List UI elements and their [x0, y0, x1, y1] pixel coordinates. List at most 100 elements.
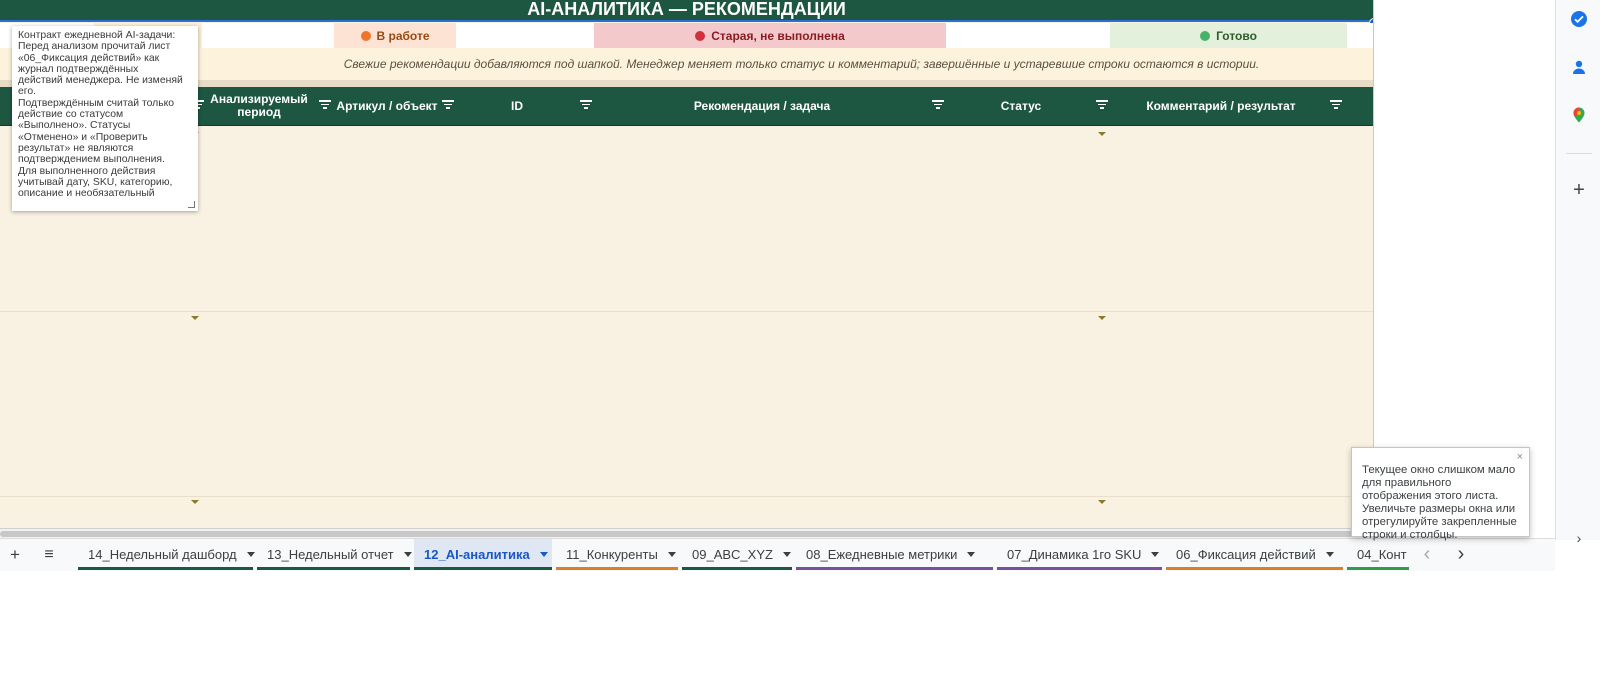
dropdown-arrow-icon[interactable]: [1098, 132, 1106, 136]
sheet-title[interactable]: AI-АНАЛИТИКА — РЕКОМЕНДАЦИИ: [0, 0, 1373, 22]
tab-06-action-log[interactable]: 06_Фиксация действий: [1166, 539, 1343, 570]
contacts-icon[interactable]: [1568, 56, 1590, 78]
tab-color-strip: [78, 567, 253, 570]
add-addon-icon[interactable]: +: [1568, 179, 1590, 201]
tab-07-sku-dynamics[interactable]: 07_Динамика 1го SKU: [997, 539, 1162, 570]
legend-in-progress[interactable]: В работе: [334, 23, 456, 48]
tab-12-ai-analytics[interactable]: 12_AI-аналитика: [414, 539, 552, 570]
chevron-down-icon[interactable]: [782, 552, 791, 557]
filter-icon[interactable]: [932, 100, 944, 110]
resize-handle-icon[interactable]: [188, 201, 195, 208]
tasks-icon[interactable]: [1568, 8, 1590, 30]
chevron-down-icon[interactable]: [1151, 552, 1160, 557]
chevron-down-icon[interactable]: [246, 552, 255, 557]
note-line: Подтверждённым считай только: [18, 97, 175, 109]
legend-old-label: Старая, не выполнена: [711, 28, 845, 43]
tab-04-partial[interactable]: 04_Конт: [1347, 539, 1409, 570]
note-line: учитывай дату, SKU, категорию,: [18, 176, 173, 188]
tab-09-abc-xyz[interactable]: 09_ABC_XYZ: [682, 539, 792, 570]
tab-label: 04_Конт: [1357, 547, 1407, 562]
tab-color-strip: [796, 567, 993, 570]
add-sheet-button[interactable]: +: [0, 539, 30, 570]
data-rows-area[interactable]: [0, 126, 1373, 528]
note-line: действий менеджера. Не изменяй: [18, 75, 183, 87]
close-icon[interactable]: ×: [1517, 451, 1523, 464]
sheet-tab-bar: + ≡ 14_Недельный дашборд 13_Недельный от…: [0, 538, 1555, 571]
col-header-comment-label: Комментарий / результат: [1146, 98, 1296, 113]
tab-label: 09_ABC_XYZ: [692, 547, 773, 562]
tab-08-daily-metrics[interactable]: 08_Ежедневные метрики: [796, 539, 993, 570]
tab-label: 06_Фиксация действий: [1176, 547, 1316, 562]
window-too-small-tooltip: × Текущее окно слишком мало для правильн…: [1351, 447, 1530, 541]
note-line: Перед анализом прочитай лист: [18, 41, 171, 53]
orange-circle-icon: [360, 30, 371, 41]
tab-label: 12_AI-аналитика: [424, 547, 530, 562]
note-line: «Выполнено». Статусы: [18, 120, 131, 132]
col-header-article[interactable]: Артикул / объект: [335, 87, 439, 125]
filter-icon[interactable]: [442, 100, 454, 110]
note-line: подтверждением выполнения.: [18, 154, 165, 166]
scroll-tabs-left-icon[interactable]: ‹: [1414, 539, 1440, 570]
row-divider: [0, 311, 1373, 312]
col-header-id[interactable]: ID: [456, 87, 578, 125]
spreadsheet-grid[interactable]: AI-АНАЛИТИКА — РЕКОМЕНДАЦИИ я В работе С…: [0, 0, 1374, 528]
dropdown-arrow-icon[interactable]: [1098, 500, 1106, 504]
instruction-note[interactable]: Свежие рекомендации добавляются под шапк…: [0, 48, 1373, 80]
note-line: результат» не являются: [18, 142, 134, 154]
col-header-recommendation-label: Рекомендация / задача: [693, 98, 831, 113]
side-panel: + ›: [1555, 0, 1600, 546]
note-line: журнал подтверждённых: [18, 63, 139, 75]
col-header-period-label: Анализируемый период: [210, 92, 308, 119]
tab-label: 08_Ежедневные метрики: [806, 547, 958, 562]
tab-color-strip: [556, 567, 678, 570]
col-header-comment[interactable]: Комментарий / результат: [1110, 87, 1332, 125]
tab-color-strip: [1347, 567, 1409, 570]
green-circle-icon: [1200, 30, 1211, 41]
chevron-down-icon[interactable]: [1325, 552, 1334, 557]
tab-color-strip: [682, 567, 792, 570]
maps-icon[interactable]: [1568, 104, 1590, 126]
tab-color-strip: [257, 567, 410, 570]
panel-divider: [1566, 153, 1592, 154]
filter-icon[interactable]: [319, 100, 331, 110]
row-divider: [0, 496, 1373, 497]
col-header-status[interactable]: Статус: [946, 87, 1096, 125]
scroll-tabs-right-icon[interactable]: ›: [1448, 539, 1474, 570]
legend-done[interactable]: Готово: [1110, 23, 1347, 48]
dropdown-arrow-icon[interactable]: [191, 500, 199, 504]
col-header-period[interactable]: Анализируемый период: [204, 87, 314, 125]
col-header-article-label: Артикул / объект: [336, 98, 438, 113]
dropdown-arrow-icon[interactable]: [1098, 316, 1106, 320]
chevron-down-icon[interactable]: [403, 552, 412, 557]
note-line: Контракт ежедневной AI-задачи:: [18, 30, 176, 41]
filter-icon[interactable]: [1096, 100, 1108, 110]
scrollbar-thumb[interactable]: [0, 531, 1370, 537]
instruction-note-text: Свежие рекомендации добавляются под шапк…: [343, 57, 1260, 71]
tab-14-weekly-dashboard[interactable]: 14_Недельный дашборд: [78, 539, 255, 570]
filter-icon[interactable]: [1330, 100, 1342, 110]
spacer-row: [0, 80, 1373, 87]
chevron-down-icon[interactable]: [967, 552, 976, 557]
note-line: описание и необязательный: [18, 188, 155, 200]
note-line: «Отменено» и «Проверить: [18, 131, 148, 143]
tab-color-strip: [1166, 567, 1343, 570]
note-line: его.: [18, 86, 37, 98]
legend-old-not-done[interactable]: Старая, не выполнена: [594, 23, 946, 48]
dropdown-arrow-icon[interactable]: [191, 316, 199, 320]
tab-11-competitors[interactable]: 11_Конкуренты: [556, 539, 678, 570]
col-header-id-label: ID: [511, 98, 523, 113]
note-line: Для выполненного действия: [18, 165, 156, 177]
tab-13-weekly-report[interactable]: 13_Недельный отчет: [257, 539, 412, 570]
tooltip-text: Текущее окно слишком мало для правильног…: [1362, 464, 1517, 541]
filter-icon[interactable]: [580, 100, 592, 110]
chevron-down-icon[interactable]: [539, 552, 548, 557]
col-header-status-label: Статус: [1000, 98, 1042, 113]
tab-color-strip: [414, 567, 552, 570]
tab-label: 13_Недельный отчет: [267, 547, 394, 562]
expand-panel-icon[interactable]: ›: [1568, 530, 1590, 546]
col-header-recommendation[interactable]: Рекомендация / задача: [594, 87, 930, 125]
all-sheets-menu-icon[interactable]: ≡: [34, 539, 64, 570]
chevron-down-icon[interactable]: [667, 552, 676, 557]
legend-in-progress-label: В работе: [376, 28, 430, 43]
cell-note-popup[interactable]: Контракт ежедневной AI-задачи: Перед ана…: [12, 26, 198, 211]
